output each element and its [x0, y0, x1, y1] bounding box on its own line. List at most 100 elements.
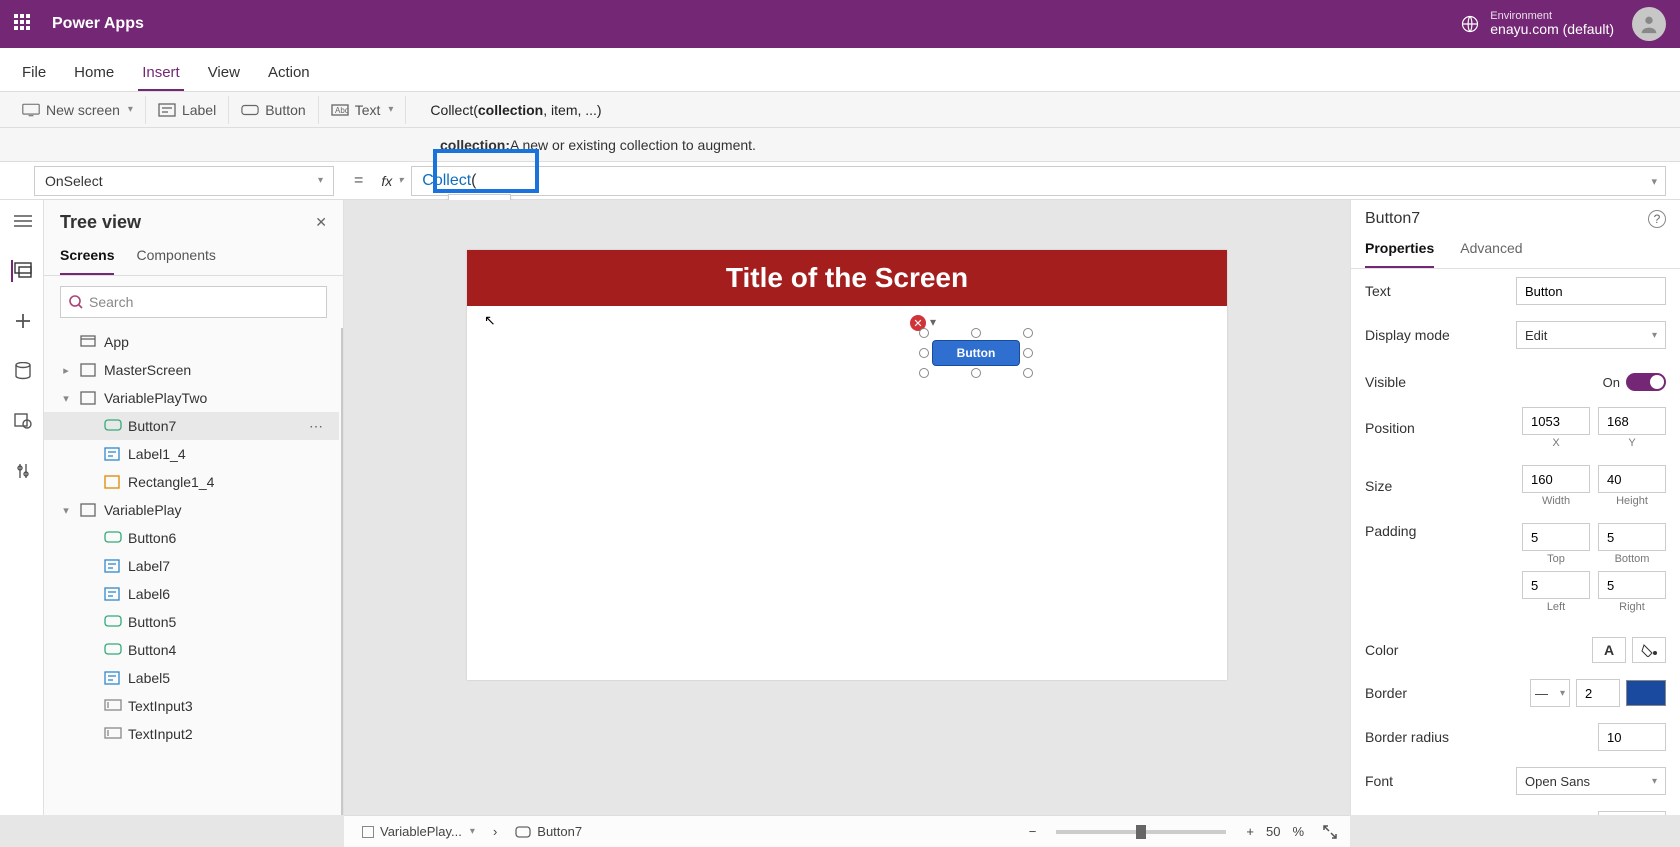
selection-handles[interactable]: Button ✕ ▾ [924, 333, 1028, 373]
expand-icon[interactable]: ▾ [60, 392, 72, 405]
width-input[interactable] [1522, 465, 1590, 493]
border-style-select[interactable]: —▾ [1530, 679, 1570, 707]
prop-display-select[interactable]: Edit▾ [1516, 321, 1666, 349]
ribbon: New screen ▾ Label Button Abc Text ▾ Col… [0, 92, 1680, 128]
insert-button-button[interactable]: Button [229, 96, 318, 124]
breadcrumb-control[interactable]: Button7 [509, 822, 588, 841]
tree-item-label1_4[interactable]: Label1_4 [44, 440, 339, 468]
border-color-swatch[interactable] [1626, 680, 1666, 706]
prop-border-label: Border [1365, 685, 1407, 701]
fx-button[interactable]: fx▾ [373, 173, 411, 189]
padding-left-input[interactable] [1522, 571, 1590, 599]
label-icon [104, 559, 120, 573]
padding-top-input[interactable] [1522, 523, 1590, 551]
left-rail [0, 200, 44, 815]
menu-home[interactable]: Home [70, 54, 118, 91]
property-selector-value: OnSelect [45, 173, 103, 189]
menu-file[interactable]: File [18, 54, 50, 91]
text-color-swatch[interactable]: A [1592, 637, 1626, 663]
data-icon[interactable] [11, 360, 33, 382]
prop-size-label: Size [1365, 478, 1392, 494]
padding-bottom-input[interactable] [1598, 523, 1666, 551]
property-selector[interactable]: OnSelect ▾ [34, 166, 334, 196]
tree-item-rectangle1_4[interactable]: Rectangle1_4 [44, 468, 339, 496]
screen-icon [80, 363, 96, 377]
tree-search[interactable]: Search [60, 286, 327, 318]
height-input[interactable] [1598, 465, 1666, 493]
tree-item-variableplay[interactable]: ▾ VariablePlay [44, 496, 339, 524]
menu-view[interactable]: View [204, 54, 244, 91]
rect-icon [104, 475, 120, 489]
tree-item-label7[interactable]: Label7 [44, 552, 339, 580]
chevron-down-icon: ▾ [388, 104, 393, 115]
padding-right-input[interactable] [1598, 571, 1666, 599]
formula-input[interactable]: Collect( ▾ [411, 166, 1666, 196]
expand-icon[interactable]: ▸ [60, 364, 72, 377]
canvas[interactable]: Title of the Screen [467, 250, 1227, 680]
cursor-icon: ↖ [484, 312, 496, 329]
tree-item-textinput2[interactable]: TextInput2 [44, 720, 339, 748]
tree-item-button6[interactable]: Button6 [44, 524, 339, 552]
tree-item-label5[interactable]: Label5 [44, 664, 339, 692]
waffle-icon[interactable] [14, 14, 34, 34]
label-icon [104, 447, 120, 461]
formula-hint: collection: A new or existing collection… [0, 128, 1680, 162]
tree-item-textinput3[interactable]: TextInput3 [44, 692, 339, 720]
zoom-out-button[interactable]: − [1029, 824, 1037, 839]
tree-item-variableplaytwo[interactable]: ▾VariablePlayTwo [44, 384, 339, 412]
help-icon[interactable]: ? [1648, 210, 1666, 228]
menu-action[interactable]: Action [264, 54, 314, 91]
tree-view-icon[interactable] [11, 260, 33, 282]
environment-picker[interactable]: Environment enayu.com (default) [1460, 10, 1614, 37]
close-icon[interactable]: ✕ [315, 214, 327, 231]
expand-icon[interactable] [1322, 824, 1338, 840]
add-icon[interactable] [11, 310, 33, 332]
position-x-input[interactable] [1522, 407, 1590, 435]
avatar[interactable] [1632, 7, 1666, 41]
fill-color-swatch[interactable] [1632, 637, 1666, 663]
tab-properties[interactable]: Properties [1365, 232, 1434, 268]
breadcrumb-screen[interactable]: VariablePlay... ▾ [356, 822, 481, 841]
tree-item-label: VariablePlay [104, 502, 182, 518]
tree-item-app[interactable]: App [44, 328, 339, 356]
position-y-input[interactable] [1598, 407, 1666, 435]
btn-icon [104, 643, 120, 657]
text-icon: Abc [331, 103, 349, 117]
tree-item-button4[interactable]: Button4 [44, 636, 339, 664]
prop-text-input[interactable] [1516, 277, 1666, 305]
tools-icon[interactable] [11, 460, 33, 482]
zoom-value: 50 [1266, 824, 1280, 839]
zoom-in-button[interactable]: + [1246, 824, 1254, 839]
visible-toggle[interactable] [1626, 373, 1666, 391]
canvas-button[interactable]: Button [932, 340, 1020, 366]
media-icon[interactable] [11, 410, 33, 432]
tab-components[interactable]: Components [136, 239, 215, 275]
search-icon [69, 295, 83, 309]
insert-text-button[interactable]: Abc Text ▾ [319, 96, 407, 124]
chevron-down-icon: ▾ [318, 175, 323, 186]
tree-item-label6[interactable]: Label6 [44, 580, 339, 608]
border-radius-input[interactable] [1598, 723, 1666, 751]
tree-list: App▸MasterScreen▾VariablePlayTwoButton7⋯… [44, 328, 343, 815]
tree-item-button5[interactable]: Button5 [44, 608, 339, 636]
formula-signature: Collect(collection, item, ...) [416, 102, 1680, 118]
zoom-slider[interactable] [1056, 830, 1226, 834]
tree-item-masterscreen[interactable]: ▸MasterScreen [44, 356, 339, 384]
breadcrumb-separator: › [493, 824, 497, 839]
more-icon[interactable]: ⋯ [309, 418, 325, 435]
expand-icon[interactable]: ▾ [60, 504, 72, 517]
chevron-down-icon[interactable]: ▾ [930, 315, 936, 329]
font-size-input[interactable] [1598, 811, 1666, 815]
tab-advanced[interactable]: Advanced [1460, 232, 1522, 268]
app-title: Power Apps [52, 15, 144, 33]
button-icon [241, 103, 259, 117]
font-select[interactable]: Open Sans▾ [1516, 767, 1666, 795]
new-screen-button[interactable]: New screen ▾ [10, 96, 146, 124]
button-icon [515, 826, 531, 838]
border-width-input[interactable] [1576, 679, 1620, 707]
menu-insert[interactable]: Insert [138, 54, 184, 91]
hamburger-icon[interactable] [11, 210, 33, 232]
tree-item-button7[interactable]: Button7⋯ [44, 412, 339, 440]
tab-screens[interactable]: Screens [60, 239, 114, 275]
insert-label-button[interactable]: Label [146, 96, 229, 124]
